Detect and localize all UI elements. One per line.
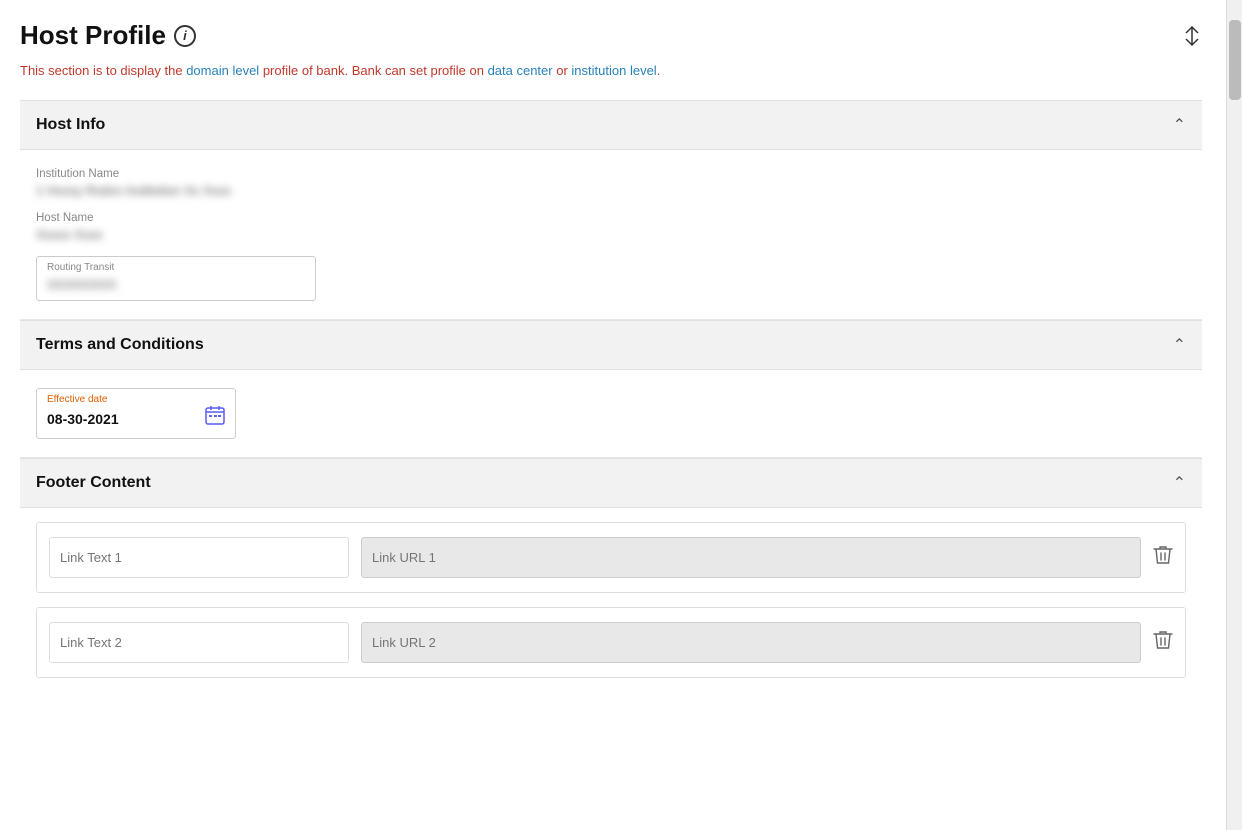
host-info-title: Host Info: [36, 116, 105, 134]
footer-content-section: Footer Content ⌃: [20, 458, 1202, 682]
host-info-body: Institution Name 1 Hxxxy Rxdxx Inxtitxti…: [20, 150, 1202, 320]
scrollbar[interactable]: [1226, 0, 1242, 830]
effective-date-label: Effective date: [47, 394, 107, 405]
delete-row-1-icon[interactable]: [1153, 544, 1173, 571]
subtitle-or: or: [556, 63, 568, 78]
terms-body: Effective date 08-30-2021: [20, 370, 1202, 458]
host-info-section: Host Info ⌃ Institution Name 1 Hxxxy Rxd…: [20, 100, 1202, 320]
institution-level-link[interactable]: institution level: [571, 63, 656, 78]
main-content: Host Profile i This section is to displa…: [0, 0, 1226, 830]
collapse-all-icon[interactable]: [1182, 25, 1202, 47]
institution-name-label: Institution Name: [36, 168, 1186, 180]
link-text-1-input[interactable]: [49, 537, 349, 578]
effective-date-value: 08-30-2021: [47, 411, 119, 427]
footer-content-title: Footer Content: [36, 474, 151, 492]
footer-row-1: [36, 522, 1186, 593]
info-icon[interactable]: i: [174, 25, 196, 47]
routing-transit-value: XXXXXXXX: [47, 277, 305, 292]
institution-name-value: 1 Hxxxy Rxdxx Inxtitxtion Xx Xxxx: [36, 183, 1186, 198]
calendar-icon[interactable]: [205, 405, 225, 430]
domain-level-link[interactable]: domain level: [186, 63, 259, 78]
terms-section: Terms and Conditions ⌃ Effective date 08…: [20, 320, 1202, 458]
footer-content-body: [20, 508, 1202, 682]
link-url-2-input[interactable]: [361, 622, 1141, 663]
host-name-value: Xxxxx Xxxx: [36, 227, 1186, 242]
delete-row-2-icon[interactable]: [1153, 629, 1173, 656]
effective-date-field: Effective date 08-30-2021: [36, 388, 236, 439]
page-title: Host Profile: [20, 20, 166, 51]
host-info-chevron[interactable]: ⌃: [1173, 115, 1186, 135]
data-center-link[interactable]: data center: [488, 63, 553, 78]
scrollbar-thumb[interactable]: [1229, 20, 1241, 100]
page-title-row: Host Profile i: [20, 20, 196, 51]
terms-title: Terms and Conditions: [36, 336, 204, 354]
footer-row-2: [36, 607, 1186, 678]
host-name-label: Host Name: [36, 212, 1186, 224]
host-info-header[interactable]: Host Info ⌃: [20, 100, 1202, 150]
page-header: Host Profile i: [20, 20, 1202, 51]
terms-header[interactable]: Terms and Conditions ⌃: [20, 320, 1202, 370]
routing-transit-label: Routing Transit: [47, 262, 114, 273]
link-url-1-input[interactable]: [361, 537, 1141, 578]
subtitle: This section is to display the domain le…: [20, 61, 1202, 82]
terms-chevron[interactable]: ⌃: [1173, 335, 1186, 355]
link-text-2-input[interactable]: [49, 622, 349, 663]
routing-transit-field: Routing Transit XXXXXXXX: [36, 256, 316, 301]
footer-content-chevron[interactable]: ⌃: [1173, 473, 1186, 493]
page-wrapper: Host Profile i This section is to displa…: [0, 0, 1242, 830]
footer-content-header[interactable]: Footer Content ⌃: [20, 458, 1202, 508]
